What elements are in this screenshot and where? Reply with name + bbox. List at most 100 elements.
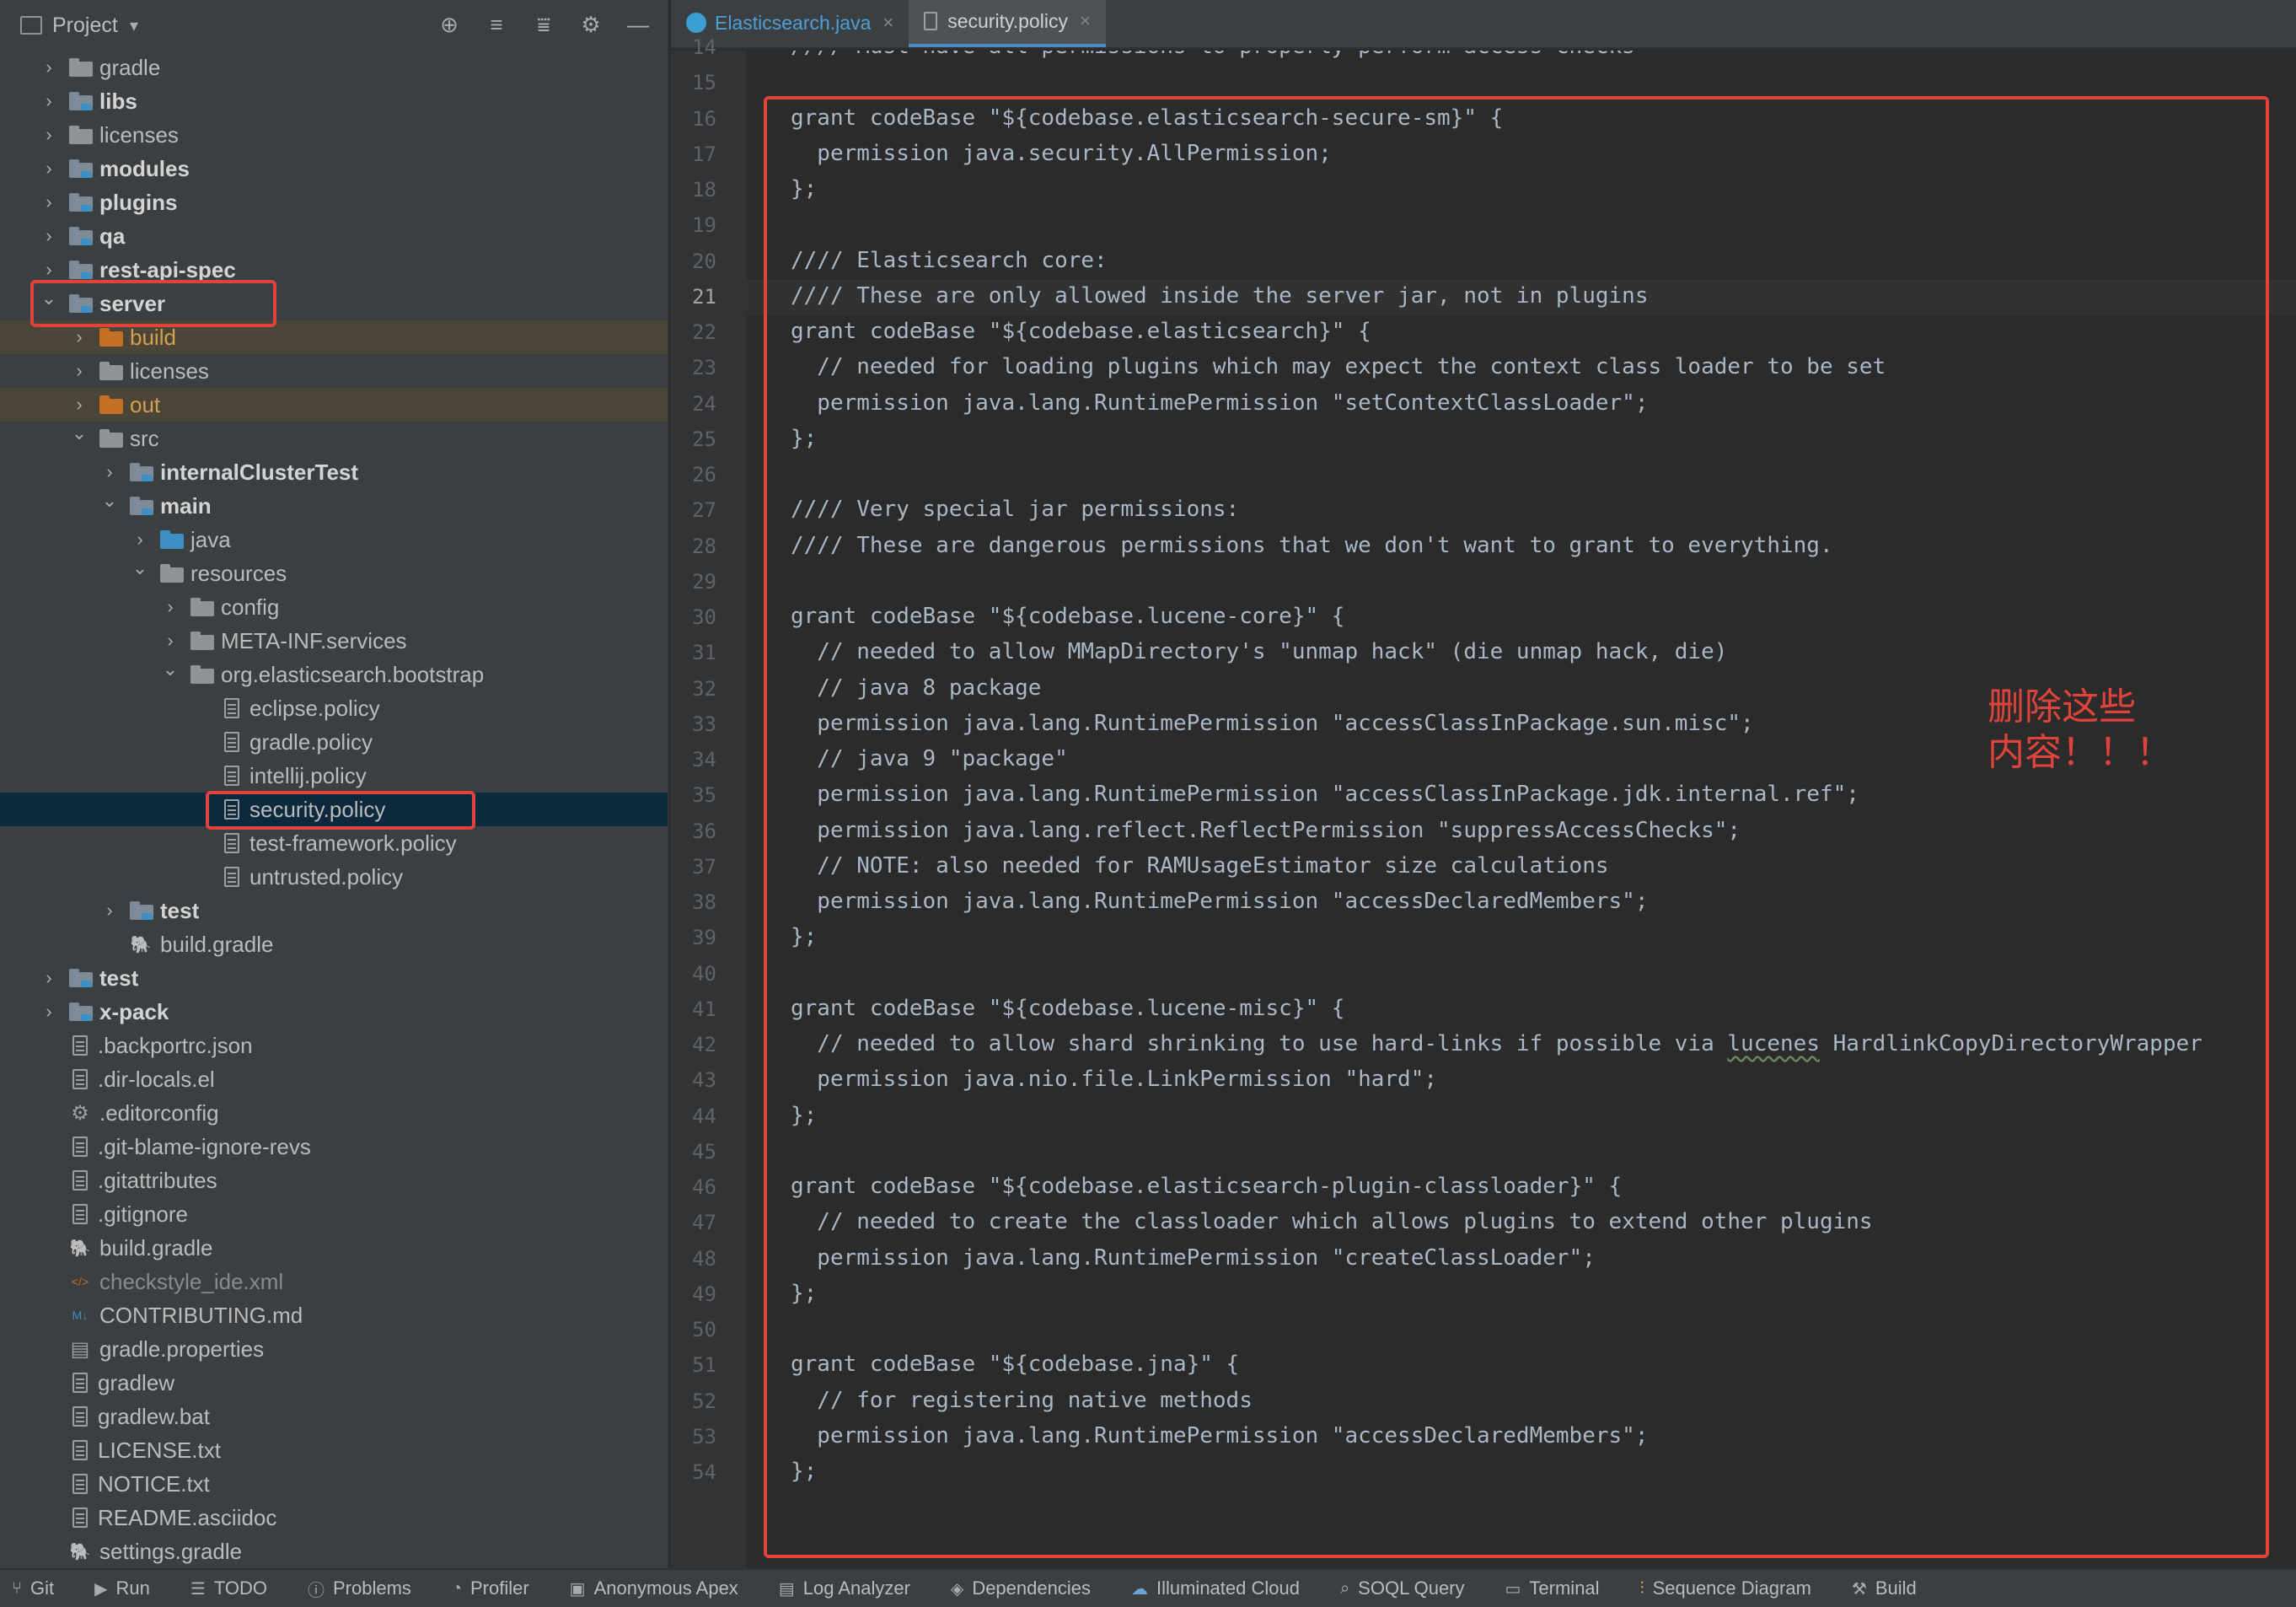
tree-item[interactable]: › test bbox=[0, 894, 668, 927]
hide-panel-icon[interactable]: — bbox=[625, 12, 651, 37]
close-icon[interactable]: × bbox=[882, 12, 893, 34]
code-line[interactable]: // for registering native methods bbox=[791, 1388, 1253, 1413]
tree-item[interactable]: untrusted.policy bbox=[0, 860, 668, 894]
chevron-right-icon[interactable]: › bbox=[40, 90, 57, 112]
chevron-right-icon[interactable]: › bbox=[40, 124, 57, 146]
code-line[interactable]: permission java.lang.reflect.ReflectPerm… bbox=[791, 818, 1741, 843]
tree-item[interactable]: NOTICE.txt bbox=[0, 1467, 668, 1501]
tab-security-policy[interactable]: security.policy × bbox=[909, 0, 1106, 47]
tree-item[interactable]: .dir-locals.el bbox=[0, 1062, 668, 1096]
code-line[interactable]: //// Very special jar permissions: bbox=[791, 497, 1239, 522]
tree-item[interactable]: › qa bbox=[0, 219, 668, 253]
tree-item[interactable]: ⌄ main bbox=[0, 489, 668, 523]
chevron-down-icon[interactable]: ⌄ bbox=[131, 557, 148, 579]
code-line[interactable]: // java 8 package bbox=[791, 675, 1041, 701]
code-line[interactable]: // needed to create the classloader whic… bbox=[791, 1209, 1872, 1234]
tree-item[interactable]: ▤ gradle.properties bbox=[0, 1332, 668, 1366]
tree-item[interactable]: gradlew.bat bbox=[0, 1400, 668, 1433]
locate-file-icon[interactable]: ⊕ bbox=[437, 12, 462, 37]
tool-window-git[interactable]: ⑂ Git bbox=[12, 1577, 54, 1599]
tree-item[interactable]: LICENSE.txt bbox=[0, 1433, 668, 1467]
chevron-down-icon[interactable]: ⌄ bbox=[71, 422, 88, 444]
code-line[interactable]: }; bbox=[791, 176, 817, 202]
tool-window-run[interactable]: ▶ Run bbox=[94, 1577, 150, 1599]
tree-item[interactable]: gradlew bbox=[0, 1366, 668, 1400]
chevron-right-icon[interactable]: › bbox=[40, 967, 57, 989]
code-line[interactable]: permission java.lang.RuntimePermission "… bbox=[791, 782, 1859, 807]
tree-item[interactable]: </> checkstyle_ide.xml bbox=[0, 1265, 668, 1298]
code-line[interactable]: grant codeBase "${codebase.elasticsearch… bbox=[791, 105, 1503, 131]
tree-item[interactable]: README.asciidoc bbox=[0, 1501, 668, 1534]
tree-item[interactable]: ⚙ .editorconfig bbox=[0, 1096, 668, 1130]
tree-item[interactable]: › META-INF.services bbox=[0, 624, 668, 658]
chevron-right-icon[interactable]: › bbox=[71, 326, 88, 348]
code-line[interactable]: // needed to allow shard shrinking to us… bbox=[791, 1031, 2202, 1056]
gear-icon[interactable]: ⚙ bbox=[578, 12, 604, 37]
code-line[interactable]: grant codeBase "${codebase.lucene-misc}"… bbox=[791, 996, 1344, 1021]
code-line[interactable]: permission java.lang.RuntimePermission "… bbox=[791, 1245, 1596, 1271]
tool-window-problems[interactable]: ⓘ Problems bbox=[308, 1577, 411, 1601]
tree-item[interactable]: gradle.policy bbox=[0, 725, 668, 759]
tree-item[interactable]: 🐘 build.gradle bbox=[0, 927, 668, 961]
code-line[interactable]: }; bbox=[791, 1103, 817, 1128]
code-line[interactable]: // needed for loading plugins which may … bbox=[791, 354, 1886, 379]
code-line[interactable]: }; bbox=[791, 1459, 817, 1484]
code-line[interactable]: permission java.nio.file.LinkPermission … bbox=[791, 1067, 1437, 1092]
project-panel-title[interactable]: Project bbox=[52, 13, 118, 38]
code-line[interactable]: }; bbox=[791, 924, 817, 949]
chevron-right-icon[interactable]: › bbox=[162, 596, 179, 618]
tree-item[interactable]: › modules bbox=[0, 152, 668, 185]
tree-item[interactable]: › x-pack bbox=[0, 995, 668, 1029]
tree-item[interactable]: › licenses bbox=[0, 354, 668, 388]
tree-item[interactable]: › plugins bbox=[0, 185, 668, 219]
tree-item[interactable]: security.policy bbox=[0, 793, 668, 826]
tree-item[interactable]: ⌄ org.elasticsearch.bootstrap bbox=[0, 658, 668, 691]
tree-item[interactable]: ⌄ src bbox=[0, 422, 668, 455]
tool-window-profiler[interactable]: ◔ Profiler bbox=[452, 1577, 529, 1599]
tree-item[interactable]: › config bbox=[0, 590, 668, 624]
tree-item[interactable]: › build bbox=[0, 320, 668, 354]
tree-item[interactable]: › licenses bbox=[0, 118, 668, 152]
collapse-all-icon[interactable]: ⩸ bbox=[531, 12, 556, 37]
chevron-right-icon[interactable]: › bbox=[40, 191, 57, 213]
spelling-warning[interactable]: lucenes bbox=[1727, 1031, 1820, 1056]
code-line[interactable]: permission java.lang.RuntimePermission "… bbox=[791, 711, 1753, 736]
chevron-down-icon[interactable]: ⌄ bbox=[40, 288, 57, 309]
code-line[interactable]: grant codeBase "${codebase.elasticsearch… bbox=[791, 319, 1371, 344]
code-line[interactable]: // needed to allow MMapDirectory's "unma… bbox=[791, 639, 1727, 664]
code-line[interactable]: permission java.security.AllPermission; bbox=[791, 141, 1332, 166]
tree-item[interactable]: ⌄ resources bbox=[0, 556, 668, 590]
code-line[interactable]: grant codeBase "${codebase.lucene-core}"… bbox=[791, 604, 1344, 629]
tool-window-illuminated-cloud[interactable]: ☁ Illuminated Cloud bbox=[1131, 1577, 1300, 1599]
tree-item[interactable]: › gradle bbox=[0, 51, 668, 84]
tree-item[interactable]: .gitattributes bbox=[0, 1164, 668, 1197]
chevron-right-icon[interactable]: › bbox=[40, 1001, 57, 1023]
tree-item[interactable]: › test bbox=[0, 961, 668, 995]
chevron-right-icon[interactable]: › bbox=[40, 225, 57, 247]
tree-item[interactable]: 🐘 settings.gradle bbox=[0, 1534, 668, 1568]
tool-window-dependencies[interactable]: ◈ Dependencies bbox=[951, 1577, 1091, 1599]
code-line[interactable]: // NOTE: also needed for RAMUsageEstimat… bbox=[791, 853, 1608, 879]
code-line[interactable]: }; bbox=[791, 426, 817, 451]
chevron-right-icon[interactable]: › bbox=[40, 158, 57, 180]
tree-item[interactable]: › rest-api-spec bbox=[0, 253, 668, 287]
chevron-right-icon[interactable]: › bbox=[40, 56, 57, 78]
tree-item[interactable]: eclipse.policy bbox=[0, 691, 668, 725]
code-editor[interactable]: 删除这些 内容！！！ //// Must have all permission… bbox=[747, 51, 2296, 1568]
chevron-right-icon[interactable]: › bbox=[101, 900, 118, 922]
chevron-right-icon[interactable]: › bbox=[40, 259, 57, 281]
tree-item[interactable]: .gitignore bbox=[0, 1197, 668, 1231]
tool-window-anonymous-apex[interactable]: ▣ Anonymous Apex bbox=[570, 1577, 738, 1599]
code-line[interactable]: permission java.lang.RuntimePermission "… bbox=[791, 889, 1648, 914]
code-line[interactable]: //// Must have all permissions to proper… bbox=[791, 51, 1635, 59]
code-line[interactable]: permission java.lang.RuntimePermission "… bbox=[791, 390, 1648, 416]
tool-window-sequence-diagram[interactable]: ⫶ Sequence Diagram bbox=[1640, 1577, 1811, 1599]
code-line[interactable]: //// These are only allowed inside the s… bbox=[791, 283, 1648, 309]
tool-window-terminal[interactable]: ▭ Terminal bbox=[1505, 1577, 1600, 1599]
code-line[interactable]: grant codeBase "${codebase.jna}" { bbox=[791, 1352, 1239, 1377]
chevron-right-icon[interactable]: › bbox=[101, 461, 118, 483]
tree-item[interactable]: ⌄ server bbox=[0, 287, 668, 320]
chevron-down-icon[interactable]: ▾ bbox=[130, 15, 138, 36]
tool-window-build[interactable]: ⚒ Build bbox=[1852, 1577, 1917, 1599]
code-line[interactable]: //// Elasticsearch core: bbox=[791, 248, 1108, 273]
